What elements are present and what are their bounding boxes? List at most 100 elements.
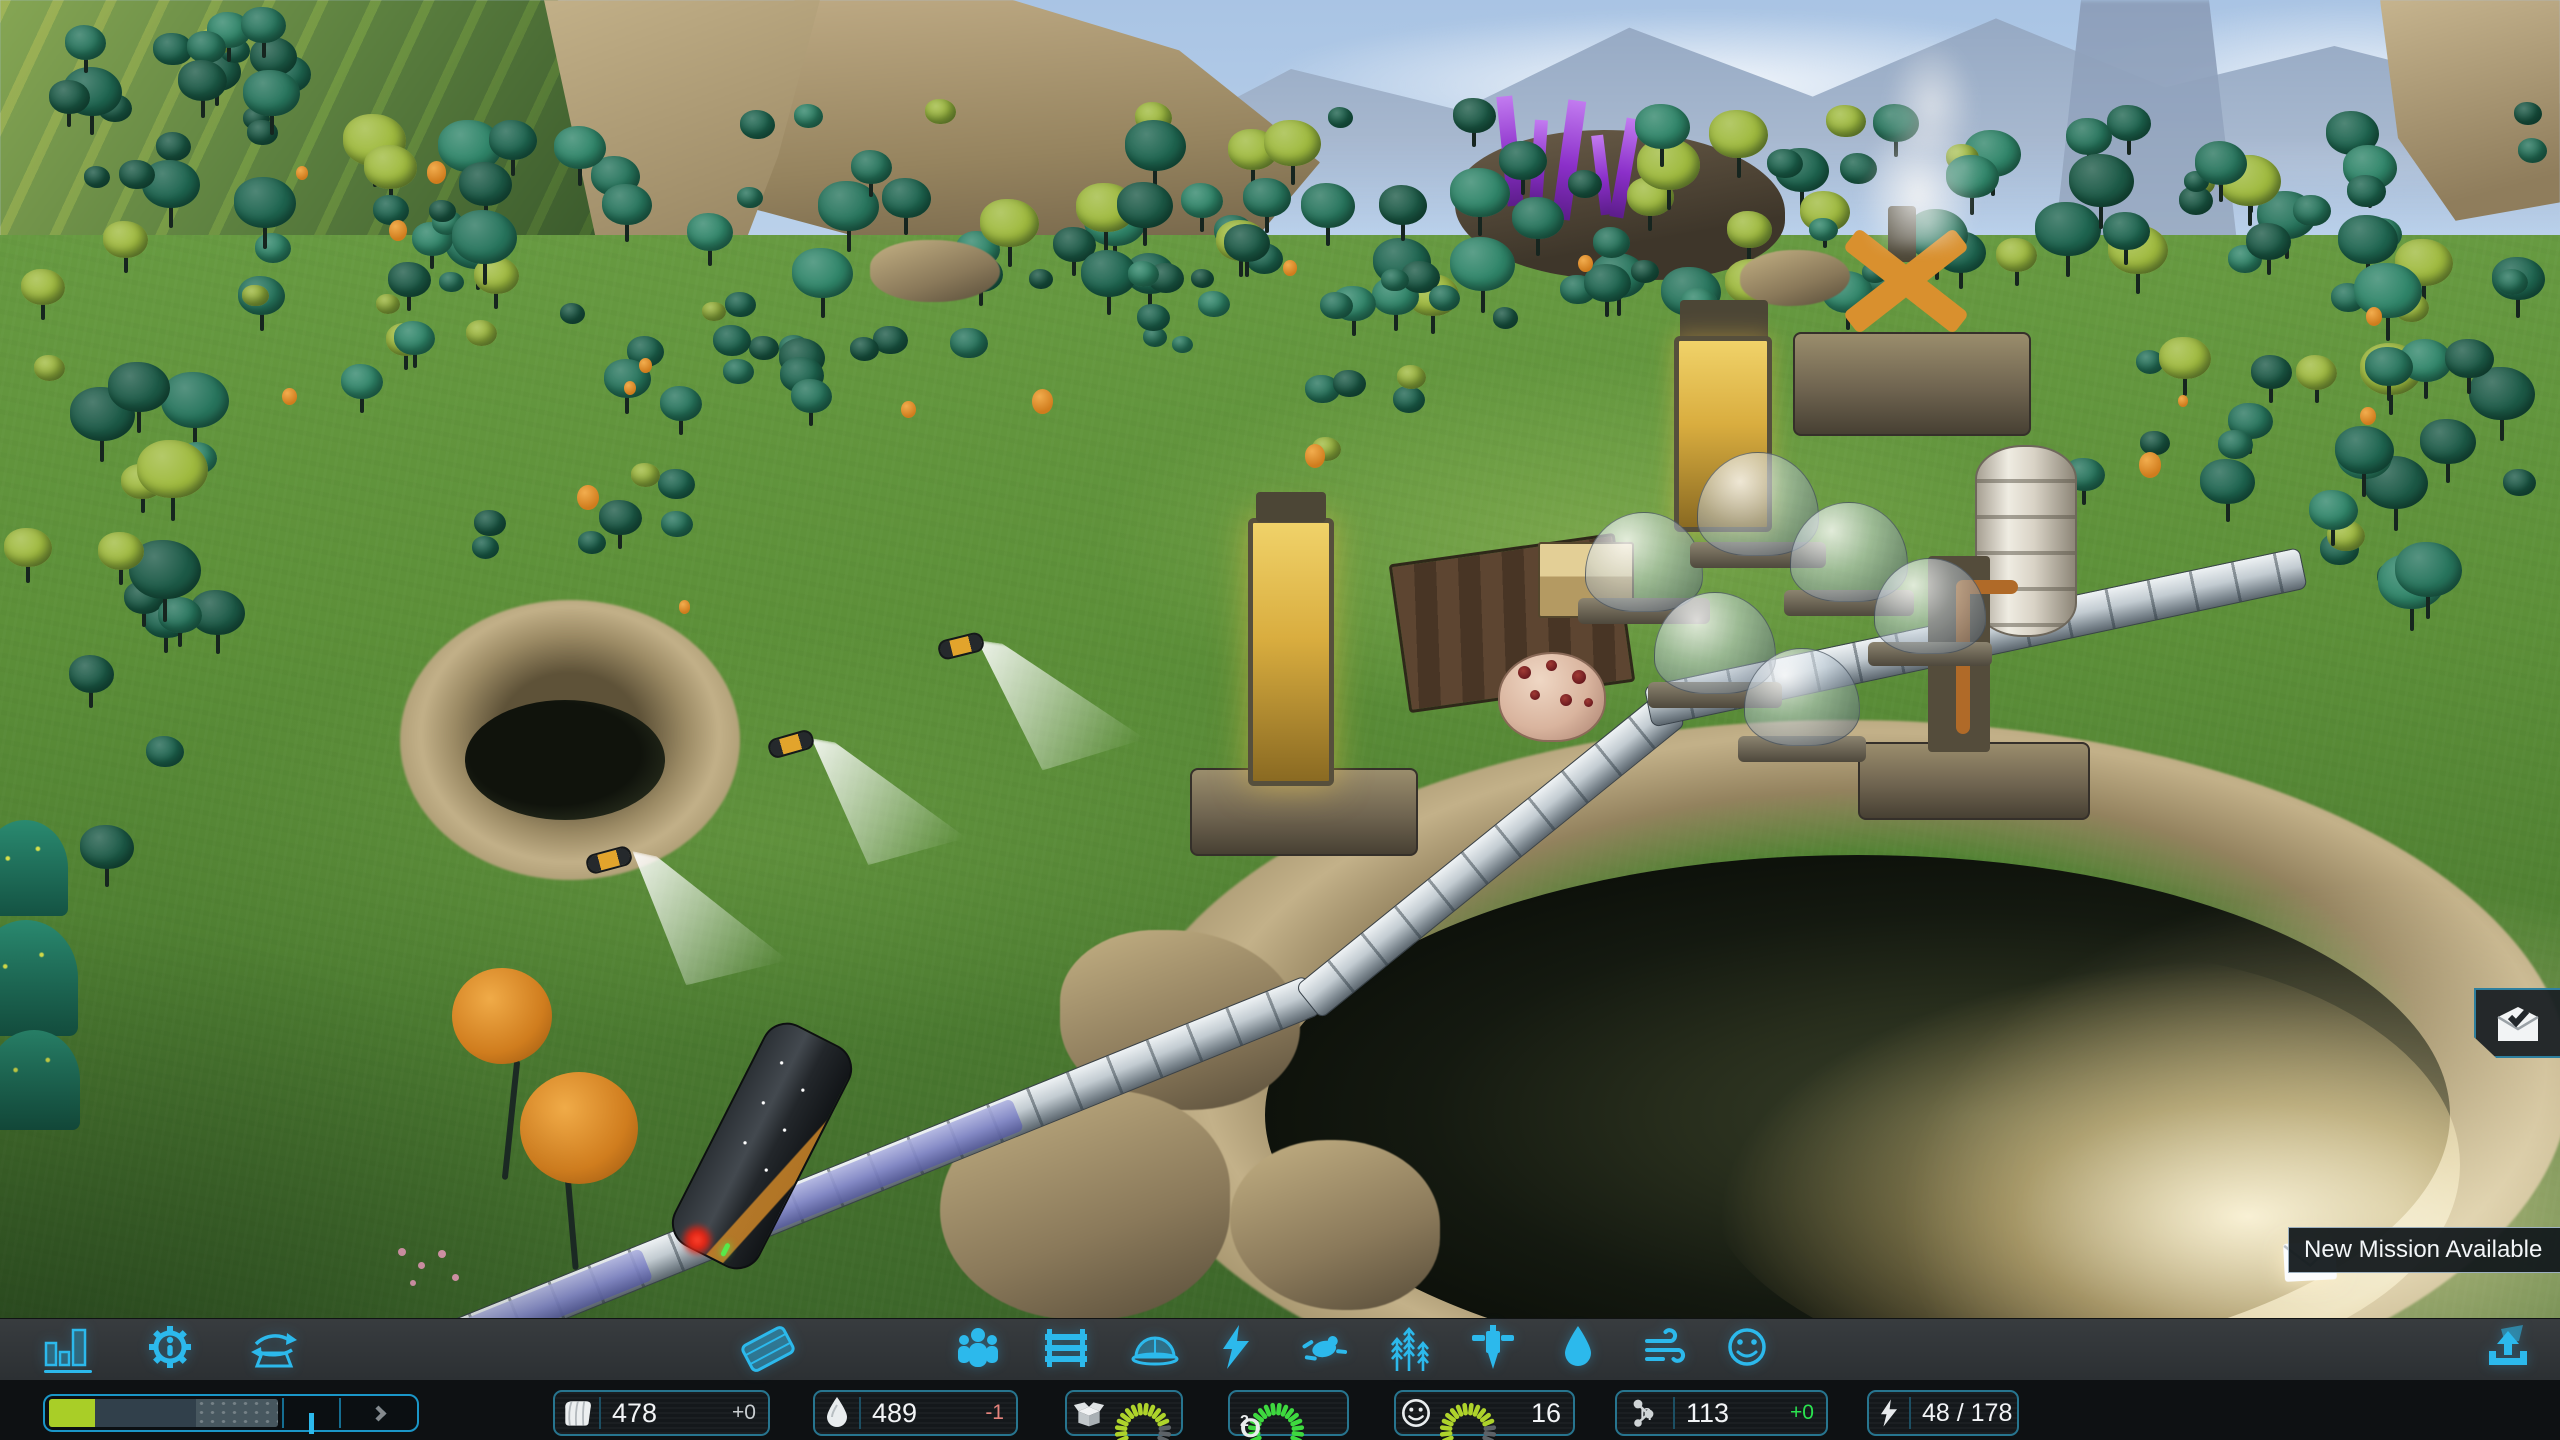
- water-value: 489: [861, 1398, 917, 1429]
- tree: [1635, 104, 1690, 149]
- tree: [687, 213, 733, 251]
- tree: [723, 359, 754, 384]
- colonists-overlay-button[interactable]: [952, 1322, 1004, 1372]
- tree: [2107, 105, 2151, 141]
- mining-drill[interactable]: [1248, 518, 1334, 786]
- nanites-resource[interactable]: n 113 +0: [1615, 1390, 1828, 1436]
- colonists-icon: [953, 1323, 1003, 1371]
- export-button[interactable]: [2480, 1320, 2536, 1374]
- tray-up-icon: [2481, 1321, 2535, 1373]
- lightning-icon: [1215, 1323, 1257, 1371]
- tree: [341, 364, 384, 399]
- construction-tile-icon: [735, 1321, 801, 1377]
- mail-notification-button[interactable]: [2474, 988, 2560, 1058]
- tree: [98, 532, 144, 570]
- mission-tooltip[interactable]: New Mission Available: [2288, 1227, 2560, 1273]
- water-resource[interactable]: 489 -1: [813, 1390, 1018, 1436]
- trade-button[interactable]: [248, 1322, 300, 1372]
- tree: [255, 233, 291, 263]
- nanites-value: 113: [1675, 1398, 1729, 1429]
- tree: [243, 70, 300, 116]
- tree: [2497, 269, 2528, 294]
- nanites-delta: +0: [1790, 1401, 1826, 1425]
- tree: [602, 184, 652, 225]
- tree: [21, 269, 65, 305]
- tree: [1172, 336, 1193, 353]
- tree: [2420, 419, 2476, 465]
- tree: [2293, 195, 2331, 227]
- tower-platform[interactable]: [1858, 742, 2090, 820]
- bread-icon: [559, 1395, 595, 1431]
- tree: [1029, 269, 1053, 289]
- happiness-resource[interactable]: 16: [1394, 1390, 1575, 1436]
- food-resource[interactable]: 478 +0: [553, 1390, 770, 1436]
- tree: [1568, 170, 1602, 198]
- tree: [658, 469, 695, 500]
- air-overlay-button[interactable]: [1642, 1326, 1694, 1370]
- storage-gauge: [1111, 1395, 1175, 1435]
- storage-tank[interactable]: [1975, 445, 2077, 637]
- habitat-overlay-button[interactable]: [1128, 1320, 1182, 1372]
- tree: [2035, 202, 2101, 256]
- tree: [850, 337, 879, 361]
- tree: [740, 110, 776, 139]
- orange-fruit: [679, 600, 691, 613]
- habitat-dome-icon: [1129, 1321, 1181, 1371]
- tree: [119, 160, 155, 189]
- drones-overlay-button[interactable]: [1296, 1324, 1352, 1372]
- tree: [137, 440, 207, 498]
- happiness-gauge: [1436, 1395, 1500, 1435]
- tree: [599, 500, 641, 535]
- tree: [2338, 215, 2398, 264]
- tree: [242, 285, 269, 307]
- construction-menu-button[interactable]: [734, 1320, 802, 1378]
- tree: [1453, 98, 1496, 133]
- bar-chart-icon: [43, 1325, 91, 1369]
- orange-fruit: [2178, 395, 2188, 406]
- tree: [474, 510, 506, 536]
- tree: [429, 200, 456, 222]
- tree: [661, 511, 692, 537]
- power-resource[interactable]: 48 / 178: [1867, 1390, 2019, 1436]
- smelter-platform[interactable]: [1793, 332, 2031, 436]
- storage-resource[interactable]: [1065, 1390, 1183, 1436]
- water-drop-icon: [822, 1395, 852, 1431]
- tree: [1243, 178, 1291, 217]
- small-crater-hole: [465, 700, 665, 820]
- boulder: [870, 240, 1000, 302]
- tree: [108, 362, 170, 413]
- tree: [660, 386, 703, 421]
- tree: [2195, 141, 2248, 184]
- crops-overlay-button[interactable]: [1382, 1320, 1436, 1374]
- tree: [1493, 307, 1519, 328]
- orange-fruit: [1305, 444, 1326, 468]
- statistics-button[interactable]: [42, 1324, 92, 1370]
- tree: [234, 177, 296, 228]
- tree: [1709, 110, 1768, 159]
- lightning-icon: [1876, 1396, 1902, 1430]
- tree: [2503, 469, 2536, 496]
- game-viewport: 478 +0 489 -1 O2: [0, 0, 2560, 1440]
- tree: [794, 104, 823, 128]
- power-overlay-button[interactable]: [1214, 1322, 1258, 1372]
- tree: [925, 99, 955, 124]
- selected-tab-underline: [44, 1370, 92, 1373]
- tree: [1328, 107, 1353, 128]
- tree: [80, 825, 134, 869]
- water-overlay-button[interactable]: [1556, 1322, 1600, 1372]
- mail-check-icon: [2492, 1001, 2544, 1045]
- oxygen-resource[interactable]: O2: [1228, 1390, 1349, 1436]
- tree: [1429, 285, 1460, 311]
- tree: [1320, 292, 1353, 319]
- tree: [1631, 260, 1658, 282]
- tree: [2140, 431, 2170, 456]
- morale-overlay-button[interactable]: [1722, 1322, 1772, 1372]
- orange-fruit: [2366, 307, 2383, 326]
- storage-overlay-button[interactable]: [1040, 1322, 1092, 1372]
- tree: [1809, 218, 1838, 242]
- food-delta: +0: [732, 1401, 768, 1425]
- mining-overlay-button[interactable]: [1468, 1322, 1518, 1372]
- tree: [950, 328, 988, 359]
- info-button[interactable]: [145, 1322, 195, 1372]
- tree: [394, 321, 435, 355]
